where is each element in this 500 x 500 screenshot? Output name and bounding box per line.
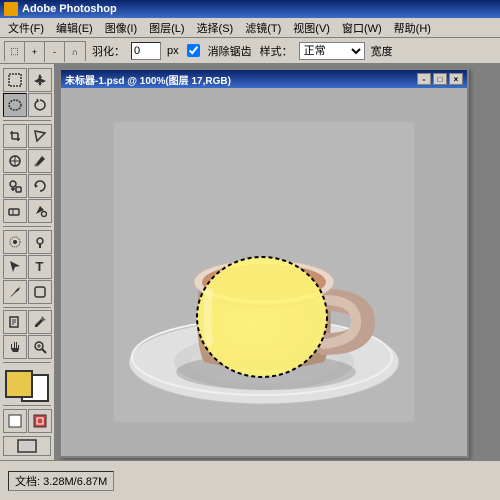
menu-layer[interactable]: 图层(L) <box>143 18 190 38</box>
hand-tool[interactable] <box>3 335 27 359</box>
menu-file[interactable]: 文件(F) <box>2 18 50 38</box>
brush-tool[interactable] <box>28 149 52 173</box>
subtract-selection-btn[interactable]: - <box>45 42 65 62</box>
mask-mode-row <box>3 409 52 433</box>
move-tool[interactable] <box>28 68 52 92</box>
app-icon <box>4 2 18 16</box>
tool-row-3 <box>3 124 52 148</box>
feather-input[interactable] <box>131 42 161 60</box>
marquee-tool[interactable] <box>3 68 27 92</box>
intersect-selection-btn[interactable]: ∩ <box>65 42 85 62</box>
foreground-color-swatch[interactable] <box>5 370 33 398</box>
app-title-bar: Adobe Photoshop <box>0 0 500 18</box>
slice-tool[interactable] <box>28 124 52 148</box>
doc-close-btn[interactable]: × <box>449 73 463 85</box>
doc-canvas <box>61 88 467 456</box>
width-label: 宽度 <box>371 43 393 59</box>
path-selection-tool[interactable] <box>3 255 27 279</box>
clone-stamp-tool[interactable] <box>3 174 27 198</box>
text-tool[interactable]: T <box>28 255 52 279</box>
feather-label: 羽化： <box>92 43 125 59</box>
style-select[interactable]: 正常 固定比例 固定大小 <box>299 42 365 60</box>
tool-row-10 <box>3 310 52 334</box>
doc-title: 未标器-1.psd @ 100%(图层 17,RGB) <box>65 72 231 87</box>
pen-tool[interactable] <box>3 280 27 304</box>
tool-row-5 <box>3 174 52 198</box>
tool-divider-1 <box>3 120 51 121</box>
menu-bar: 文件(F) 编辑(E) 图像(I) 图层(L) 选择(S) 滤镜(T) 视图(V… <box>0 18 500 38</box>
shape-tool[interactable] <box>28 280 52 304</box>
tools-panel: T <box>0 64 55 460</box>
app-title: Adobe Photoshop <box>22 3 117 15</box>
tool-row-8: T <box>3 255 52 279</box>
doc-minimize-btn[interactable]: - <box>417 73 431 85</box>
tool-divider-3 <box>3 307 51 308</box>
menu-select[interactable]: 选择(S) <box>191 18 240 38</box>
doc-info-text: 文档: 3.28M/6.87M <box>15 473 107 489</box>
doc-info-section: 文档: 3.28M/6.87M <box>8 471 114 491</box>
menu-view[interactable]: 视图(V) <box>287 18 336 38</box>
options-bar: ⬚ + - ∩ 羽化： px 消除锯齿 样式： 正常 固定比例 固定大小 宽度 <box>0 38 500 64</box>
tool-row-11 <box>3 335 52 359</box>
tool-divider-2 <box>3 226 51 227</box>
tool-row-4 <box>3 149 52 173</box>
tool-row-2 <box>3 93 52 117</box>
doc-title-bar: 未标器-1.psd @ 100%(图层 17,RGB) - □ × <box>61 70 467 88</box>
canvas-area: 未标器-1.psd @ 100%(图层 17,RGB) - □ × <box>55 64 500 460</box>
style-label: 样式： <box>260 43 293 59</box>
menu-window[interactable]: 窗口(W) <box>336 18 388 38</box>
cup-illustration <box>114 122 414 422</box>
dodge-tool[interactable] <box>28 230 52 254</box>
menu-image[interactable]: 图像(I) <box>99 18 143 38</box>
doc-maximize-btn[interactable]: □ <box>433 73 447 85</box>
tool-row-6 <box>3 199 52 223</box>
screen-mode-btn[interactable] <box>3 436 51 456</box>
new-selection-btn[interactable]: ⬚ <box>5 42 25 62</box>
tool-row-9 <box>3 280 52 304</box>
document-window: 未标器-1.psd @ 100%(图层 17,RGB) - □ × <box>59 68 469 458</box>
eraser-tool[interactable] <box>3 199 27 223</box>
quick-mask-btn[interactable] <box>28 409 52 433</box>
doc-window-controls: - □ × <box>417 73 463 85</box>
color-swatches <box>5 370 49 402</box>
menu-filter[interactable]: 滤镜(T) <box>239 18 287 38</box>
tool-row-1 <box>3 68 52 92</box>
tool-divider-5 <box>3 405 51 406</box>
antialias-label: 消除锯齿 <box>208 43 252 59</box>
tool-row-7 <box>3 230 52 254</box>
menu-help[interactable]: 帮助(H) <box>388 18 437 38</box>
notes-tool[interactable] <box>3 310 27 334</box>
zoom-tool[interactable] <box>28 335 52 359</box>
standard-mode-btn[interactable] <box>3 409 27 433</box>
crop-tool[interactable] <box>3 124 27 148</box>
healing-brush-tool[interactable] <box>3 149 27 173</box>
eyedropper-tool[interactable] <box>28 310 52 334</box>
lasso-tool[interactable] <box>28 93 52 117</box>
elliptical-marquee-tool[interactable] <box>3 93 27 117</box>
main-area: T <box>0 64 500 460</box>
tool-divider-4 <box>3 362 51 363</box>
text-icon: T <box>36 259 44 274</box>
shape-mode-group: ⬚ + - ∩ <box>4 41 86 61</box>
antialias-checkbox[interactable] <box>187 44 200 57</box>
paint-bucket-tool[interactable] <box>28 199 52 223</box>
blur-tool[interactable] <box>3 230 27 254</box>
feather-unit: px <box>167 45 179 57</box>
add-selection-btn[interactable]: + <box>25 42 45 62</box>
menu-edit[interactable]: 编辑(E) <box>50 18 99 38</box>
history-brush-tool[interactable] <box>28 174 52 198</box>
status-bar: 文档: 3.28M/6.87M <box>0 460 500 500</box>
